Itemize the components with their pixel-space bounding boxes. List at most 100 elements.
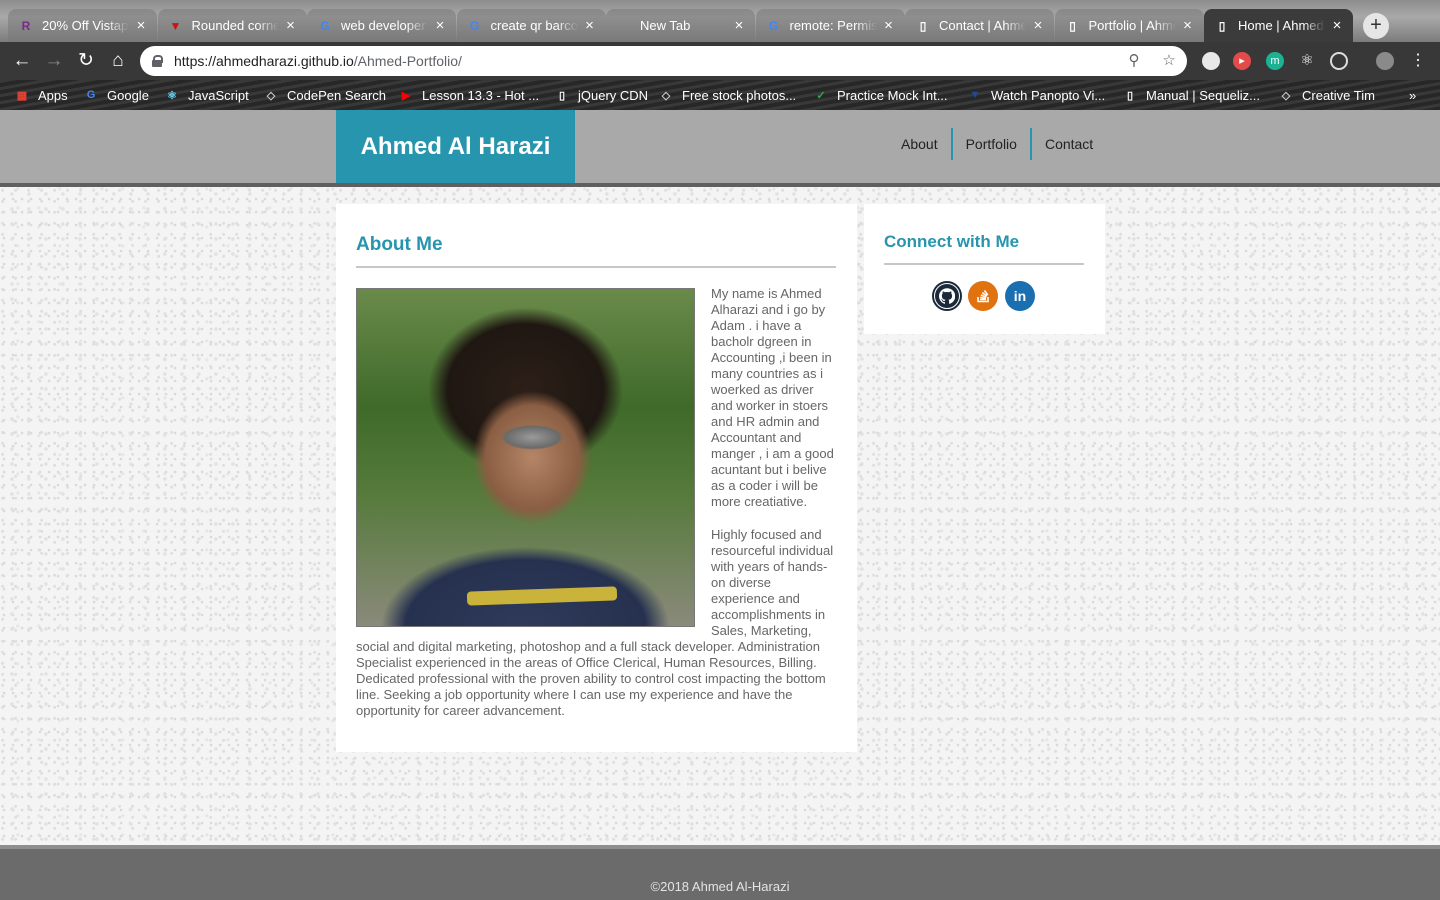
- extension-react-icon[interactable]: ⚛: [1298, 52, 1316, 70]
- forward-icon[interactable]: →: [43, 50, 65, 72]
- tab-title: Home | Ahmed: [1238, 18, 1324, 33]
- tab-title: Contact | Ahmed: [939, 18, 1026, 33]
- bookmark-favicon-icon: ▯: [1126, 89, 1134, 102]
- browser-tab[interactable]: ▯ Home | Ahmed ×: [1204, 9, 1353, 42]
- browser-tab[interactable]: Gcreate qr barcode ×: [456, 9, 606, 42]
- url-path: /Ahmed-Portfolio/: [353, 53, 462, 69]
- tab-close-icon[interactable]: ×: [283, 17, 299, 34]
- reload-icon[interactable]: ↻: [75, 50, 97, 72]
- address-bar[interactable]: https://ahmedharazi.github.io/Ahmed-Port…: [140, 46, 1187, 76]
- tab-close-icon[interactable]: ×: [582, 17, 598, 34]
- bookmark-item[interactable]: ◇ CodePen Search: [263, 85, 386, 105]
- bookmark-label: Manual | Sequeliz...: [1146, 87, 1260, 103]
- github-icon-glyph: [935, 284, 959, 308]
- nav-about-link[interactable]: About: [888, 128, 951, 160]
- browser-toolbar: ← → ↻ ⌂ https://ahmedharazi.github.io/Ah…: [0, 42, 1440, 80]
- bookmark-star-icon[interactable]: ☆: [1159, 51, 1179, 71]
- bookmark-label: Lesson 13.3 - Hot ...: [422, 87, 540, 103]
- site-nav: About Portfolio Contact: [888, 128, 1106, 160]
- stackoverflow-svg: [977, 290, 989, 303]
- zoom-icon[interactable]: ⚲: [1124, 51, 1144, 71]
- page-viewport: Ahmed Al Harazi About Portfolio Contact …: [0, 110, 1440, 900]
- extension-target-icon[interactable]: [1330, 52, 1348, 70]
- bookmarks-bar: ▦ Apps G Google ⚛ JavaScript ◇ CodePen Search ▶ L…: [0, 80, 1440, 110]
- bookmark-label: Practice Mock Int...: [837, 87, 948, 103]
- about-body: My name is Ahmed Alharazi and i go by Ad…: [356, 286, 836, 719]
- tab-close-icon[interactable]: ×: [1030, 17, 1046, 34]
- bookmark-item[interactable]: ▯ jQuery CDN: [554, 85, 648, 105]
- browser-tab[interactable]: R 20% Off Vistaprint ×: [8, 9, 157, 42]
- extension-m-icon[interactable]: m: [1266, 52, 1284, 70]
- bookmark-item[interactable]: ▼ Watch Panopto Vi...: [967, 85, 1106, 105]
- tab-favicon-icon: G: [768, 18, 779, 33]
- bookmark-label: Creative Tim: [1302, 87, 1375, 103]
- bookmark-label: Google: [107, 87, 149, 103]
- bookmark-favicon-icon: ▶: [401, 89, 411, 102]
- bookmark-label: CodePen Search: [287, 87, 387, 103]
- tab-favicon-icon: ▯: [1218, 18, 1226, 33]
- browser-tab[interactable]: ▯ Contact | Ahmed ×: [905, 9, 1054, 42]
- site-header: Ahmed Al Harazi About Portfolio Contact: [0, 110, 1440, 187]
- tab-title: remote: Permission: [789, 18, 877, 33]
- connect-section: Connect with Me in: [864, 204, 1105, 334]
- tab-favicon-icon: G: [320, 18, 330, 33]
- bookmark-favicon-icon: ▼: [969, 89, 981, 101]
- linkedin-icon[interactable]: in: [1005, 281, 1035, 311]
- tab-title: Rounded corners: [191, 18, 279, 33]
- about-section: About Me My name is Ahmed Alharazi and i…: [336, 204, 857, 752]
- tab-favicon-icon: ▼: [169, 18, 182, 33]
- bookmark-item[interactable]: ✓ Practice Mock Int...: [813, 85, 948, 105]
- linkedin-icon-text: in: [1013, 288, 1027, 304]
- tab-favicon-icon: ▯: [1069, 18, 1076, 33]
- github-icon[interactable]: [932, 281, 962, 311]
- bookmark-favicon-icon: ◇: [1281, 89, 1291, 102]
- url-host: https://ahmedharazi.github.io: [174, 53, 354, 69]
- browser-tab[interactable]: ▯ Portfolio | Ahmed ×: [1054, 9, 1204, 42]
- tab-title: web developer: [341, 18, 426, 33]
- tab-close-icon[interactable]: ×: [432, 17, 448, 34]
- bookmark-item[interactable]: ▶ Lesson 13.3 - Hot ...: [398, 85, 539, 105]
- bookmark-item[interactable]: G Google: [83, 85, 149, 105]
- bookmark-label: JavaScript: [188, 87, 249, 103]
- site-brand[interactable]: Ahmed Al Harazi: [336, 110, 575, 183]
- extension-record-icon[interactable]: ▸: [1233, 52, 1251, 70]
- bookmark-item[interactable]: ⚛ JavaScript: [164, 85, 249, 105]
- bookmark-label: jQuery CDN: [578, 87, 649, 103]
- tab-close-icon[interactable]: ×: [1180, 17, 1196, 34]
- profile-avatar-icon[interactable]: [1376, 52, 1394, 70]
- browser-tab[interactable]: New Tab ×: [606, 9, 755, 42]
- tab-close-icon[interactable]: ×: [881, 17, 897, 34]
- browser-tabstrip: R20% Off Vistaprint×▼Rounded corners×Gwe…: [0, 0, 1440, 42]
- about-divider: [356, 266, 836, 268]
- nav-contact-link[interactable]: Contact: [1032, 128, 1106, 160]
- bookmark-favicon-icon: G: [86, 89, 96, 101]
- tab-title: create qr barcode: [490, 18, 578, 33]
- footer-copyright: ©2018 Ahmed Al-Harazi: [650, 879, 790, 894]
- bookmark-item[interactable]: ▦ Apps: [14, 85, 68, 105]
- tab-favicon-icon: G: [469, 18, 480, 33]
- connect-title: Connect with Me: [884, 232, 1020, 251]
- bookmark-item[interactable]: ▯ Manual | Sequeliz...: [1122, 85, 1260, 105]
- bookmark-label: Free stock photos...: [682, 87, 797, 103]
- new-tab-button[interactable]: +: [1363, 13, 1389, 39]
- nav-portfolio-link[interactable]: Portfolio: [953, 128, 1030, 160]
- tab-close-icon[interactable]: ×: [731, 17, 747, 34]
- tab-close-icon[interactable]: ×: [1329, 17, 1345, 34]
- tab-title: New Tab: [640, 18, 691, 33]
- back-icon[interactable]: ←: [11, 50, 33, 72]
- tab-favicon-icon: [616, 18, 632, 34]
- browser-tab[interactable]: ▼ Rounded corners ×: [157, 9, 307, 42]
- bookmark-item[interactable]: ◇ Creative Tim: [1278, 85, 1375, 105]
- extension-circle-icon[interactable]: [1202, 52, 1220, 70]
- browser-tab[interactable]: Gremote: Permission ×: [755, 9, 905, 42]
- bookmark-favicon-icon: ▯: [558, 89, 566, 102]
- home-icon[interactable]: ⌂: [107, 50, 129, 72]
- tab-close-icon[interactable]: ×: [133, 17, 149, 34]
- menu-kebab-icon[interactable]: ⋮: [1409, 52, 1427, 70]
- bookmark-item[interactable]: ◇ Free stock photos...: [658, 85, 796, 105]
- tab-title: 20% Off Vistaprint: [42, 18, 129, 33]
- stackoverflow-icon[interactable]: [968, 281, 998, 311]
- browser-tab[interactable]: Gweb developer ×: [307, 9, 456, 42]
- tab-favicon-icon: R: [21, 18, 31, 33]
- bookmarks-overflow-icon[interactable]: »: [1409, 85, 1416, 105]
